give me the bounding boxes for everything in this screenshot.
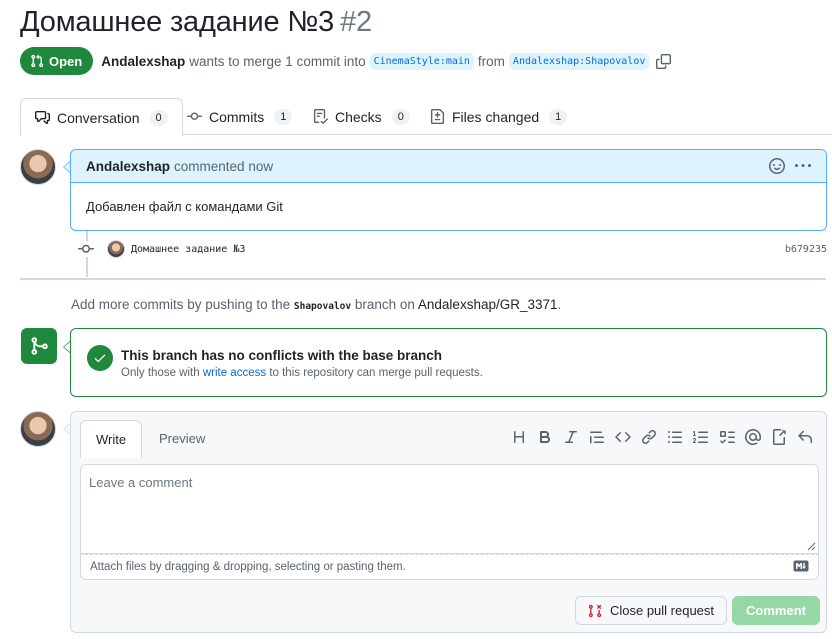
tab-files-changed-count: 1: [549, 108, 568, 125]
timeline-commit: Домашнее задание №3 b679235: [78, 239, 827, 259]
smiley-icon[interactable]: [769, 158, 785, 174]
tab-conversation-count: 0: [149, 109, 168, 126]
unordered-list-icon[interactable]: [666, 428, 684, 446]
push-note-suffix: .: [557, 297, 562, 312]
tab-files-changed-label: Files changed: [452, 108, 540, 125]
git-pull-request-icon: [31, 54, 44, 68]
undo-icon[interactable]: [796, 428, 814, 446]
avatar[interactable]: [20, 411, 56, 447]
attach-files-bar[interactable]: Attach files by dragging & dropping, sel…: [80, 554, 819, 580]
pr-from-text: from: [477, 53, 505, 69]
file-diff-icon: [430, 109, 445, 124]
comment-timestamp[interactable]: commented now: [174, 159, 273, 174]
push-note-middle: branch on: [354, 297, 415, 312]
pr-author-link[interactable]: Andalexshap: [101, 54, 185, 69]
push-note-prefix: Add more commits by pushing to the: [71, 297, 291, 312]
kebab-horizontal-icon[interactable]: [795, 158, 811, 174]
tab-write[interactable]: Write: [80, 420, 143, 458]
tab-commits-label: Commits: [209, 108, 265, 125]
resize-handle-icon[interactable]: [807, 542, 816, 551]
tab-preview[interactable]: Preview: [144, 420, 220, 457]
code-icon[interactable]: [614, 428, 632, 446]
git-merge-icon: [31, 337, 48, 355]
merge-status-title: This branch has no conflicts with the ba…: [121, 348, 443, 363]
check-circle-icon: [87, 345, 113, 371]
pr-state-label: Open: [49, 53, 83, 69]
pr-number: #2: [340, 6, 372, 38]
pr-meta-row: Open Andalexshap wants to merge 1 commit…: [20, 47, 672, 75]
comment-editor: Write Preview Leave a comment Attach fil…: [70, 411, 827, 633]
comment-actions: [769, 158, 811, 174]
merge-status-box: This branch has no conflicts with the ba…: [70, 328, 827, 397]
tab-checks-count: 0: [391, 108, 410, 125]
italic-icon[interactable]: [562, 428, 580, 446]
push-note-branch: Shapovalov: [293, 301, 352, 312]
pr-merge-text: wants to merge 1 commit into: [189, 53, 366, 69]
tab-conversation-label: Conversation: [57, 109, 140, 126]
pr-title: Домашнее задание №3 #2: [20, 6, 372, 39]
base-branch-label[interactable]: CinemaStyle:main: [369, 52, 474, 70]
bold-icon[interactable]: [536, 428, 554, 446]
tab-commits[interactable]: Commits 1: [187, 98, 293, 135]
head-branch-label[interactable]: Andalexshap:Shapovalov: [508, 52, 650, 70]
git-pull-request-closed-icon: [588, 604, 602, 617]
attach-files-text: Attach files by dragging & dropping, sel…: [90, 561, 406, 573]
tab-conversation[interactable]: Conversation 0: [20, 98, 183, 136]
pr-title-text: Домашнее задание №3: [20, 6, 335, 38]
tab-files-changed[interactable]: Files changed 1: [430, 98, 568, 135]
pr-state-badge: Open: [20, 47, 94, 75]
link-icon[interactable]: [640, 428, 658, 446]
task-list-icon[interactable]: [718, 428, 736, 446]
merge-status-subtitle: Only those with write access to this rep…: [121, 367, 483, 379]
git-commit-icon: [78, 241, 94, 257]
close-pull-request-label: Close pull request: [609, 603, 715, 618]
mention-icon[interactable]: [744, 428, 762, 446]
markdown-toolbar: [510, 428, 814, 446]
markdown-icon[interactable]: [793, 560, 809, 575]
pr-tabs: Conversation 0 Commits 1 Checks 0 Files …: [20, 98, 832, 136]
comment-placeholder: Leave a comment: [89, 475, 193, 490]
copy-icon[interactable]: [656, 53, 672, 69]
merge-sub-suffix: to this repository can merge pull reques…: [269, 367, 483, 379]
pr-merge-summary: Andalexshap wants to merge 1 commit into…: [101, 52, 672, 70]
tab-commits-count: 1: [274, 108, 293, 125]
heading-icon[interactable]: [510, 428, 528, 446]
avatar[interactable]: [20, 149, 56, 185]
merge-status-icon: [21, 328, 57, 364]
git-commit-icon: [187, 112, 202, 121]
tab-checks[interactable]: Checks 0: [313, 98, 410, 135]
merge-sub-prefix: Only those with: [121, 367, 200, 379]
cross-reference-icon[interactable]: [770, 428, 788, 446]
comment-textarea[interactable]: Leave a comment: [80, 464, 819, 554]
comment-body: Добавлен файл с командами Git: [86, 199, 283, 214]
comment-button[interactable]: Comment: [732, 596, 820, 625]
tab-checks-label: Checks: [335, 108, 382, 125]
comment-card: Andalexshap commented now Добавлен файл …: [70, 149, 827, 231]
timeline-divider: [20, 278, 826, 280]
close-pull-request-button[interactable]: Close pull request: [575, 596, 727, 625]
ordered-list-icon[interactable]: [692, 428, 710, 446]
commit-message-link[interactable]: Домашнее задание №3: [131, 244, 245, 255]
comment-discussion-icon: [35, 110, 50, 125]
checklist-icon: [313, 109, 328, 124]
comment-header: Andalexshap commented now: [71, 150, 826, 183]
push-note-repo-link[interactable]: Andalexshap/GR_3371: [418, 297, 558, 312]
write-access-link[interactable]: write access: [203, 367, 266, 379]
comment-author[interactable]: Andalexshap: [86, 159, 170, 174]
push-note: Add more commits by pushing to the Shapo…: [71, 297, 561, 312]
commit-sha-link[interactable]: b679235: [785, 244, 827, 255]
quote-icon[interactable]: [588, 428, 606, 446]
avatar[interactable]: [107, 240, 125, 258]
